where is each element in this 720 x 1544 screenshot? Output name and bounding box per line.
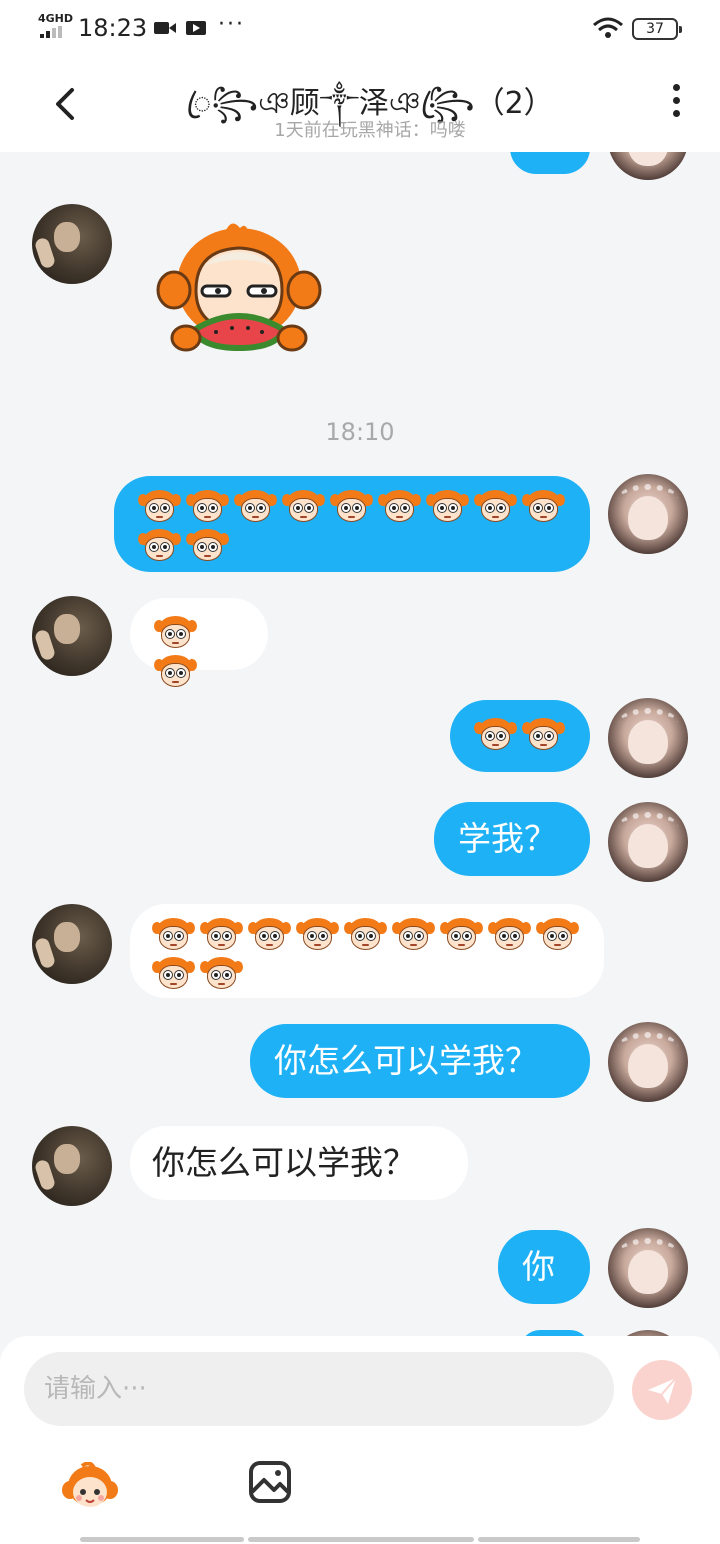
nav-bar-segment	[248, 1537, 474, 1542]
monkey-emoji-icon	[248, 918, 291, 952]
message-text: 你怎么可以学我？	[274, 1041, 538, 1080]
monkey-emoji-icon	[522, 490, 565, 524]
signal-icon	[40, 26, 70, 38]
more-options-button[interactable]	[664, 84, 688, 124]
my-avatar[interactable]	[608, 474, 688, 554]
monkey-emoji-icon	[344, 918, 387, 952]
monkey-emoji-icon	[200, 957, 243, 991]
network-type: 4GHD	[38, 12, 74, 25]
monkey-emoji-icon	[536, 918, 579, 952]
monkey-emoji-icon	[378, 490, 421, 524]
monkey-emoji-icon	[234, 490, 277, 524]
wifi-icon	[593, 17, 623, 38]
more-vertical-icon	[672, 84, 680, 91]
emoji-button[interactable]	[60, 1462, 120, 1512]
my-avatar[interactable]	[608, 152, 688, 180]
message-bubble-outgoing[interactable]: 学我？	[434, 802, 590, 876]
emoji-sequence	[154, 616, 244, 689]
message-text: 你怎么可以学我？	[152, 1143, 416, 1182]
nav-bar-segment	[478, 1537, 640, 1542]
message-bubble-outgoing[interactable]	[114, 476, 590, 572]
monkey-emoji-icon	[200, 918, 243, 952]
message-bubble-incoming[interactable]	[130, 904, 604, 998]
chat-header: ꦿ꧂ঞ顾༒泽ঞ꧂ꦿ（2） 1天前在玩黑神话：吗喽	[0, 58, 720, 152]
contact-avatar[interactable]	[32, 204, 112, 284]
clock: 18:23	[78, 14, 148, 42]
video-call-icon	[154, 22, 176, 34]
video-player-icon	[186, 21, 206, 35]
monkey-emoji-icon	[186, 529, 229, 563]
monkey-emoji-icon	[154, 616, 197, 650]
message-text: 学我？	[458, 819, 557, 858]
nav-bar-segment	[80, 1537, 244, 1542]
monkey-emoji-icon	[282, 490, 325, 524]
message-bubble-partial[interactable]	[510, 152, 590, 174]
input-bar	[0, 1336, 720, 1544]
contact-avatar[interactable]	[32, 904, 112, 984]
contact-avatar[interactable]	[32, 596, 112, 676]
more-notifications: ···	[218, 12, 245, 37]
my-avatar[interactable]	[608, 802, 688, 882]
monkey-emoji-icon	[186, 490, 229, 524]
monkey-emoji-icon	[138, 529, 181, 563]
monkey-emoji-icon	[296, 918, 339, 952]
message-bubble-outgoing[interactable]: 你怎么可以学我？	[250, 1024, 590, 1098]
my-avatar[interactable]	[608, 698, 688, 778]
contact-avatar[interactable]	[32, 1126, 112, 1206]
message-bubble-incoming[interactable]: 你怎么可以学我？	[130, 1126, 468, 1200]
monkey-emoji-icon	[152, 957, 195, 991]
message-list[interactable]: 18:10 学我？ 你怎么可以学我？ 你怎么可以学我？ 你	[0, 152, 720, 1336]
message-input[interactable]	[24, 1352, 614, 1426]
monkey-emoji-icon	[152, 918, 195, 952]
send-button[interactable]	[632, 1360, 692, 1420]
emoji-sequence	[138, 490, 566, 563]
image-button[interactable]	[248, 1460, 292, 1504]
message-bubble-outgoing[interactable]: 你	[498, 1230, 590, 1304]
message-bubble-outgoing[interactable]	[450, 700, 590, 772]
my-avatar[interactable]	[608, 1022, 688, 1102]
contact-status: 1天前在玩黑神话：吗喽	[274, 120, 466, 141]
monkey-emoji-icon	[154, 655, 197, 689]
emoji-sequence	[474, 718, 566, 752]
monkey-emoji-icon	[138, 490, 181, 524]
monkey-emoji-icon	[474, 490, 517, 524]
chat-screen: 4GHD 18:23 ··· 37 ꦿ꧂ঞ顾༒泽ঞ꧂ꦿ（2） 1天前在玩黑神话：…	[0, 0, 720, 1544]
message-bubble-incoming[interactable]	[130, 598, 268, 687]
monkey-emoji-icon	[440, 918, 483, 952]
monkey-emoji-icon	[474, 718, 517, 752]
message-timestamp: 18:10	[325, 418, 395, 446]
monkey-emoji-icon	[330, 490, 373, 524]
monkey-emoji-icon	[488, 918, 531, 952]
my-avatar[interactable]	[608, 1228, 688, 1308]
monkey-emoji-icon	[426, 490, 469, 524]
monkey-sticker[interactable]	[154, 212, 324, 362]
monkey-emoji-icon	[392, 918, 435, 952]
back-button[interactable]	[44, 82, 84, 126]
emoji-sequence	[152, 918, 582, 991]
battery-icon: 37	[632, 18, 682, 40]
status-bar: 4GHD 18:23 ··· 37	[0, 0, 720, 58]
message-text: 你	[522, 1247, 555, 1286]
monkey-emoji-icon	[522, 718, 565, 752]
send-icon	[648, 1377, 677, 1404]
